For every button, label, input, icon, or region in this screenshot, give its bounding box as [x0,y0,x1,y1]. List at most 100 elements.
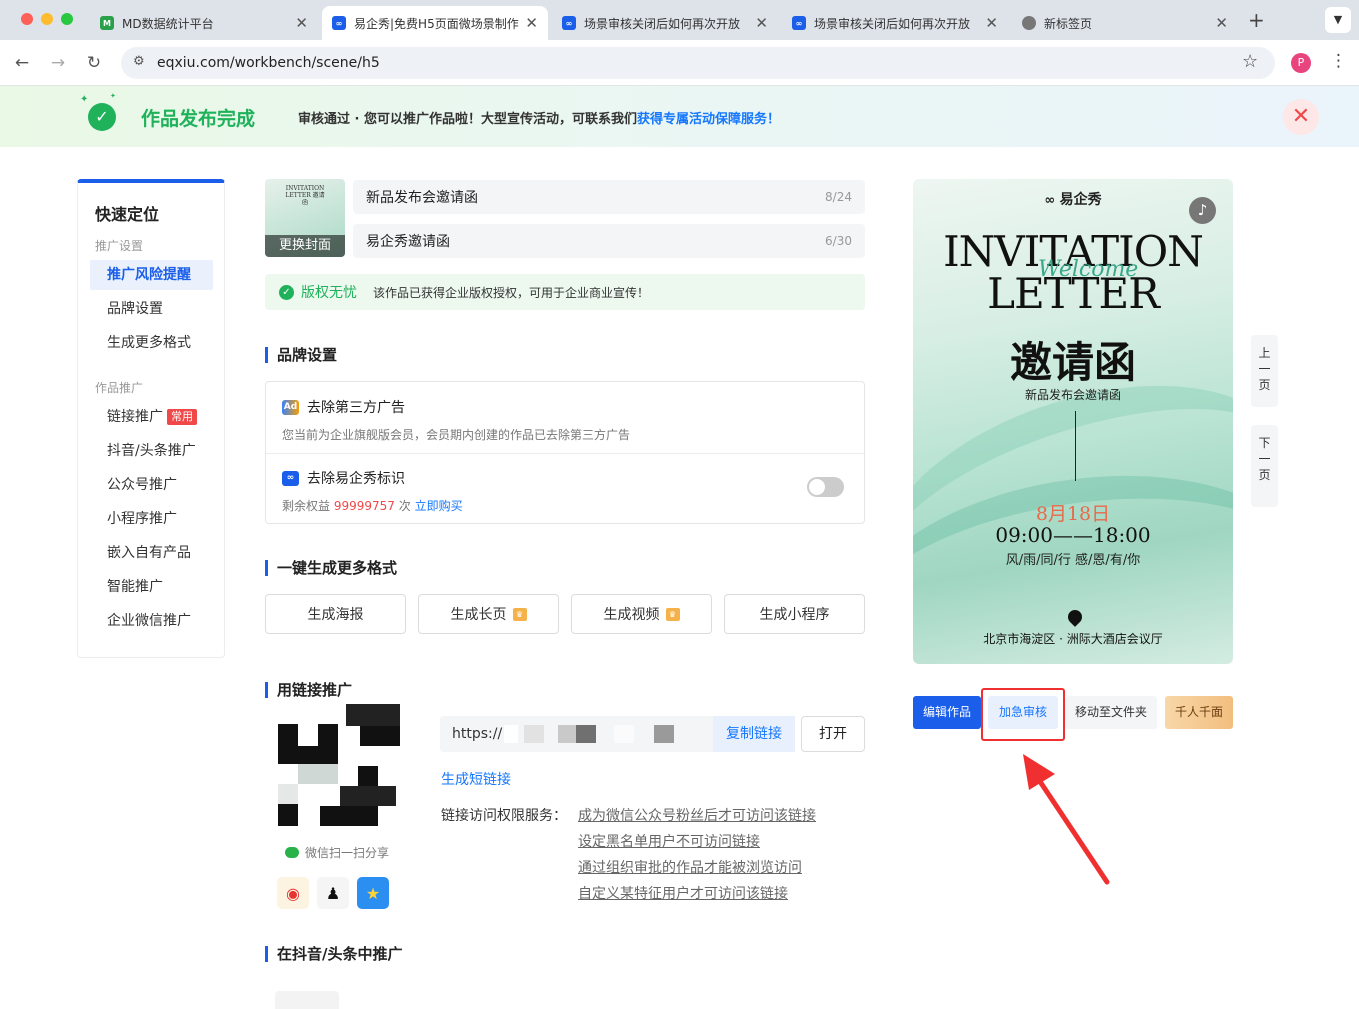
wechat-scan-hint: 微信扫一扫分享 [285,844,389,861]
perm-link-fans-only[interactable]: 成为微信公众号粉丝后才可访问该链接 [578,805,816,825]
button-label: 生成海报 [307,607,364,623]
nav-item-link-promo[interactable]: 链接推广 常用 [90,402,213,432]
next-page-button[interactable]: 下一页 [1251,425,1278,507]
remaining-label: 剩余权益 [282,499,331,513]
new-tab-plus-icon[interactable]: + [1248,8,1265,32]
vip-crown-icon: ♛ [665,607,680,621]
back-arrow-icon[interactable]: ← [11,53,33,73]
close-window-button[interactable] [21,13,33,25]
nav-item-wecom-promo[interactable]: 企业微信推广 [90,606,213,636]
generate-video-button[interactable]: 生成视频 ♛ [571,594,712,634]
change-cover-button[interactable]: 更换封面 [265,235,345,257]
browser-tab-help-1[interactable]: ∞ 场景审核关闭后如何再次开放 ✕ [552,6,778,40]
perm-link-blacklist[interactable]: 设定黑名单用户不可访问链接 [578,831,760,851]
publish-success-banner: ✦ ✦ ✓ 作品发布完成 审核通过 · 您可以推广作品啦！大型宣传活动，可联系我… [0,86,1359,147]
preview-divider [1075,411,1076,481]
tab-title: 新标签页 [1044,16,1093,31]
prev-page-label: 上一页 [1258,346,1271,392]
divider [266,453,864,454]
close-tab-icon[interactable]: ✕ [755,14,768,32]
nav-item-miniprogram[interactable]: 小程序推广 [90,504,213,534]
browser-tab-newtab[interactable]: 新标签页 ✕ [1012,6,1238,40]
profile-avatar[interactable]: P [1291,53,1311,73]
title-input-value: 新品发布会邀请函 [366,190,478,206]
browser-menu-icon[interactable]: ⋮ [1330,51,1347,71]
copyright-text: 该作品已获得企业版权授权，可用于企业商业宣传！ [373,285,650,300]
preview-words: 风/雨/同/行 感/恩/有/你 [1005,553,1141,568]
eqxiu-favicon-icon: ∞ [562,16,576,30]
close-tab-icon[interactable]: ✕ [525,14,538,32]
invitation-preview[interactable]: ∞ 易企秀 ♪ INVITATION LETTER Welcome 邀请函 新品… [913,179,1233,664]
description-input[interactable]: 易企秀邀请函 6/30 [353,224,865,258]
move-to-folder-button[interactable]: 移动至文件夹 [1065,696,1157,729]
sparkle-icon: ✦ [110,92,116,100]
generate-short-link[interactable]: 生成短链接 [441,769,511,789]
open-link-button[interactable]: 打开 [801,716,865,752]
tab-title: 场景审核关闭后如何再次开放 [584,16,741,31]
check-circle-icon: ✓ [279,284,294,300]
nav-item-brand-settings[interactable]: 品牌设置 [90,294,213,324]
prev-page-button[interactable]: 上一页 [1251,335,1278,407]
nav-item-more-formats[interactable]: 生成更多格式 [90,328,213,358]
remaining-unit: 次 [398,499,411,513]
nav-item-smart-promo[interactable]: 智能推广 [90,572,213,602]
chrome-favicon-icon [1022,16,1036,30]
site-settings-icon[interactable]: ⚙ [133,54,145,69]
nav-group-promo-settings: 推广设置 [95,239,144,253]
eqxiu-favicon-icon: ∞ [332,16,346,30]
copyright-label: 版权无忧 [301,285,357,301]
weibo-share-icon[interactable]: ◉ [277,877,309,909]
reload-icon[interactable]: ↻ [83,53,105,73]
close-tab-icon[interactable]: ✕ [985,14,998,32]
qq-share-icon[interactable]: ♟ [317,877,349,909]
remove-ads-desc: 您当前为企业旗舰版会员，会员期内创建的作品已去除第三方广告 [282,428,631,442]
nav-item-douyin-promo[interactable]: 抖音/头条推广 [90,436,213,466]
generate-poster-button[interactable]: 生成海报 [265,594,406,634]
tab-search-chevron-icon[interactable]: ▼ [1325,7,1351,33]
nav-item-embed[interactable]: 嵌入自有产品 [90,538,213,568]
browser-tab-md[interactable]: M MD数据统计平台 ✕ [90,6,318,40]
title-input[interactable]: 新品发布会邀请函 8/24 [353,180,865,214]
generate-miniprogram-button[interactable]: 生成小程序 [724,594,865,634]
browser-tab-help-2[interactable]: ∞ 场景审核关闭后如何再次开放 ✕ [782,6,1008,40]
banner-title: 作品发布完成 [141,108,256,130]
md-favicon-icon: M [100,16,114,30]
browser-tab-bar: M MD数据统计平台 ✕ ∞ 易企秀|免费H5页面微场景制作 ✕ ∞ 场景审核关… [0,0,1359,40]
share-url-text: https:// [452,726,503,742]
cover-thumbnail[interactable]: INVITATION LETTER 邀请函 更换封面 [265,179,345,257]
nav-item-official-account[interactable]: 公众号推广 [90,470,213,500]
qzone-share-icon[interactable]: ★ [357,877,389,909]
activity-service-link[interactable]: 获得专属活动保障服务！ [637,112,780,127]
bookmark-star-icon[interactable]: ☆ [1242,51,1258,72]
music-note-icon[interactable]: ♪ [1189,197,1216,224]
generate-longpage-button[interactable]: 生成长页 ♛ [418,594,559,634]
buy-now-link[interactable]: 立即购买 [415,499,463,513]
section-title-brand: 品牌设置 [265,347,337,363]
edit-work-button[interactable]: 编辑作品 [913,696,981,729]
quick-nav-panel: 快速定位 推广设置 推广风险提醒 品牌设置 生成更多格式 作品推广 链接推广 常用… [77,179,225,658]
brand-settings-card: Ad 去除第三方广告 您当前为企业旗舰版会员，会员期内创建的作品已去除第三方广告 … [265,381,865,524]
section-title-link: 用链接推广 [265,682,352,698]
wechat-icon [285,847,299,858]
address-bar[interactable]: ⚙ eqxiu.com/workbench/scene/h5 ☆ [121,47,1275,79]
browser-toolbar: ← → ↻ ⚙ eqxiu.com/workbench/scene/h5 ☆ P… [0,40,1359,86]
browser-tab-eqxiu[interactable]: ∞ 易企秀|免费H5页面微场景制作 ✕ [322,6,548,40]
vip-crown-icon: ♛ [512,607,527,621]
perm-link-approval[interactable]: 通过组织审批的作品才能被浏览访问 [578,857,802,877]
qianren-qianmian-button[interactable]: 千人千面 [1165,696,1233,729]
close-tab-icon[interactable]: ✕ [295,14,308,32]
close-tab-icon[interactable]: ✕ [1215,14,1228,32]
copy-link-button[interactable]: 复制链接 [713,716,795,752]
quick-nav-heading: 快速定位 [95,205,160,224]
perm-link-custom[interactable]: 自定义某特征用户才可访问该链接 [578,883,788,903]
forward-arrow-icon[interactable]: → [47,53,69,73]
nav-item-risk-reminder[interactable]: 推广风险提醒 [90,260,213,290]
zoom-window-button[interactable] [61,13,73,25]
minimize-window-button[interactable] [41,13,53,25]
ad-block-icon: Ad [282,399,299,415]
highlight-annotation-box [981,688,1065,741]
preview-subtitle: 新品发布会邀请函 [1024,388,1121,402]
remove-logo-toggle[interactable] [807,477,844,497]
banner-close-icon[interactable]: ✕ [1283,99,1319,135]
nav-group-work-promo: 作品推广 [95,381,144,395]
